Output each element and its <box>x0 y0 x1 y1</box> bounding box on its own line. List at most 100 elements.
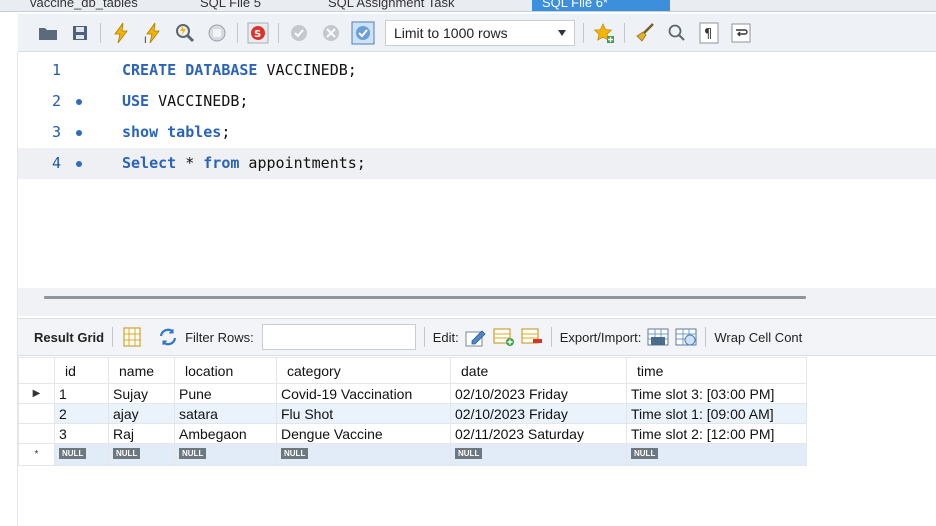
cell-name-null[interactable]: NULL <box>108 443 175 466</box>
refresh-icon[interactable] <box>157 326 179 348</box>
svg-text:S: S <box>254 29 261 40</box>
column-header-date[interactable]: date <box>450 357 627 384</box>
tab-vaccine-db-tables[interactable]: vaccine_db_tables <box>20 0 148 11</box>
cell-date[interactable]: 02/10/2023 Friday <box>450 383 627 404</box>
cell-location[interactable]: Ambegaon <box>174 423 277 444</box>
sql-keyword: from <box>203 154 240 172</box>
beautify-broom-icon[interactable] <box>633 21 657 45</box>
cell-time[interactable]: Time slot 1: [09:00 AM] <box>626 403 807 424</box>
limit-rows-select[interactable]: Limit to 1000 rows <box>385 19 575 46</box>
cell-category[interactable]: Covid-19 Vaccination <box>276 383 451 404</box>
cell-location-null[interactable]: NULL <box>174 443 277 466</box>
open-folder-icon[interactable] <box>36 21 60 45</box>
cell-category[interactable]: Dengue Vaccine <box>276 423 451 444</box>
cell-id-null[interactable]: NULL <box>54 443 109 466</box>
add-row-icon[interactable] <box>493 326 515 348</box>
column-header-category[interactable]: category <box>276 357 451 384</box>
null-badge: NULL <box>281 447 309 459</box>
null-badge: NULL <box>113 447 141 459</box>
code-text: show tables; <box>122 117 230 148</box>
table-row[interactable]: 3 Raj Ambegaon Dengue Vaccine 02/11/2023… <box>18 423 807 444</box>
editor-line: 3 show tables; <box>18 117 936 148</box>
result-grid-tab[interactable]: Result Grid <box>34 330 104 345</box>
edit-label: Edit: <box>432 329 459 345</box>
cell-id[interactable]: 1 <box>54 383 109 404</box>
filter-rows-label: Filter Rows: <box>185 329 254 345</box>
add-snippet-star-icon[interactable] <box>592 21 616 45</box>
sql-editor[interactable]: 1 CREATE DATABASE VACCINEDB; 2 USE VACCI… <box>18 52 936 288</box>
word-wrap-icon[interactable] <box>729 21 753 45</box>
toolbar-separator <box>112 327 114 347</box>
null-badge: NULL <box>59 447 87 459</box>
tab-sql-file-6[interactable]: SQL File 6* <box>532 0 670 11</box>
delete-row-icon[interactable] <box>521 326 543 348</box>
editor-line: 1 CREATE DATABASE VACCINEDB; <box>18 55 936 86</box>
code-text: CREATE DATABASE VACCINEDB; <box>122 55 357 86</box>
export-icon[interactable] <box>647 326 669 348</box>
query-tab-strip: vaccine_db_tables SQL File 5 SQL Assignm… <box>0 0 936 12</box>
save-icon[interactable] <box>68 21 92 45</box>
cell-date-null[interactable]: NULL <box>450 443 627 466</box>
stop-icon[interactable] <box>205 21 229 45</box>
cell-category[interactable]: Flu Shot <box>276 403 451 424</box>
sql-keyword: Select <box>122 154 177 172</box>
line-number: 3 <box>52 123 62 141</box>
horizontal-scrollbar[interactable] <box>44 296 806 299</box>
cell-id[interactable]: 2 <box>54 403 109 424</box>
table-row[interactable]: 2 ajay satara Flu Shot 02/10/2023 Friday… <box>18 403 807 424</box>
row-indicator-header <box>18 357 55 384</box>
toggle-stop-on-error-icon[interactable]: S <box>246 21 270 45</box>
column-header-location[interactable]: location <box>174 357 277 384</box>
cell-name[interactable]: Raj <box>108 423 175 444</box>
code-text: USE VACCINEDB; <box>122 86 248 117</box>
new-row-indicator: * <box>18 443 55 466</box>
wrap-cell-content-label[interactable]: Wrap Cell Cont <box>714 330 802 345</box>
cell-name[interactable]: Sujay <box>108 383 175 404</box>
cell-id[interactable]: 3 <box>54 423 109 444</box>
cell-date[interactable]: 02/11/2023 Saturday <box>450 423 627 444</box>
rollback-icon[interactable] <box>319 21 343 45</box>
autocommit-toggle-icon[interactable] <box>351 21 375 45</box>
sql-punctuation: ; <box>221 123 231 141</box>
cell-category-null[interactable]: NULL <box>276 443 451 466</box>
sql-keyword: USE <box>122 92 150 110</box>
column-header-name[interactable]: name <box>108 357 175 384</box>
null-badge: NULL <box>455 447 483 459</box>
toolbar-separator <box>550 327 552 347</box>
find-magnifier-icon[interactable] <box>665 21 689 45</box>
toolbar-separator <box>624 22 625 43</box>
table-row[interactable]: ▶ 1 Sujay Pune Covid-19 Vaccination 02/1… <box>18 383 807 404</box>
toolbar-separator <box>583 22 584 43</box>
toolbar-separator <box>705 327 707 347</box>
column-header-id[interactable]: id <box>54 357 109 384</box>
toolbar-separator <box>423 327 425 347</box>
cell-location[interactable]: Pune <box>174 383 277 404</box>
row-indicator <box>18 403 55 424</box>
cell-date[interactable]: 02/10/2023 Friday <box>450 403 627 424</box>
panel-splitter-area <box>18 288 936 316</box>
commit-icon[interactable] <box>287 21 311 45</box>
tab-sql-assignment-task[interactable]: SQL Assignment Task <box>318 0 464 11</box>
cell-location[interactable]: satara <box>174 403 277 424</box>
svg-text:¶: ¶ <box>704 27 712 42</box>
sql-keyword: CREATE DATABASE <box>122 61 258 79</box>
cell-time[interactable]: Time slot 3: [03:00 PM] <box>626 383 807 404</box>
invisible-characters-icon[interactable]: ¶ <box>697 21 721 45</box>
explain-magnifier-icon[interactable] <box>173 21 197 45</box>
sql-identifier: VACCINEDB; <box>149 92 249 110</box>
tab-sql-file-5[interactable]: SQL File 5 <box>190 0 271 11</box>
cell-time-null[interactable]: NULL <box>626 443 807 466</box>
execute-lightning-icon[interactable] <box>109 21 133 45</box>
execute-current-statement-icon[interactable]: I <box>141 21 165 45</box>
cell-name[interactable]: ajay <box>108 403 175 424</box>
null-badge: NULL <box>179 447 207 459</box>
column-header-time[interactable]: time <box>626 357 807 384</box>
import-icon[interactable] <box>675 326 697 348</box>
new-row[interactable]: * NULL NULL NULL NULL NULL NULL <box>18 443 807 466</box>
cell-time[interactable]: Time slot 2: [12:00 PM] <box>626 423 807 444</box>
sql-operator: * <box>176 154 204 172</box>
edit-pencil-icon[interactable] <box>465 326 487 348</box>
grid-layout-icon[interactable] <box>121 326 143 348</box>
filter-rows-input[interactable] <box>261 324 416 350</box>
svg-text:I: I <box>144 36 147 44</box>
